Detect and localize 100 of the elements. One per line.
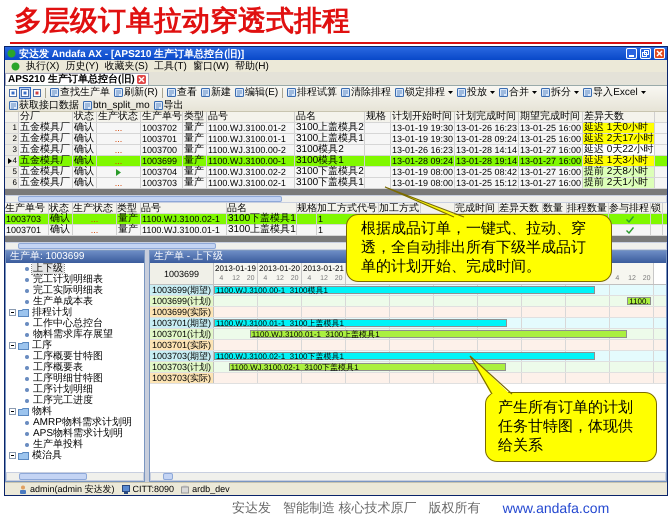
- toolbar-button[interactable]: [31, 86, 43, 98]
- date-label: 2013-01-20: [259, 264, 300, 273]
- toolbar-button[interactable]: 刷新(R): [112, 86, 160, 99]
- table-cell: 3100下盖模具1: [227, 214, 297, 224]
- gantt-bar[interactable]: 1100.: [627, 297, 651, 305]
- table-cell: 确认: [73, 156, 97, 166]
- tree-item[interactable]: 物料: [31, 406, 53, 417]
- tree-item[interactable]: APS物料需求计划明: [32, 428, 124, 439]
- toolbar-button[interactable]: 导出: [152, 99, 186, 112]
- caret-icon: [490, 91, 496, 94]
- column-header: 计划完成时间: [455, 112, 519, 122]
- gantt-bar[interactable]: 1100.WJ.3100.01-1 3100上盖模具1: [214, 319, 508, 327]
- table-cell: 3100上盖模具1: [227, 225, 297, 235]
- document-icon: [154, 101, 163, 110]
- minus-box-icon[interactable]: [9, 342, 16, 349]
- table-cell: 13-01-28 19:14: [455, 156, 519, 166]
- horizontal-scrollbar[interactable]: [5, 195, 667, 203]
- grid-row[interactable]: 6 五金模具厂 确认 ... 1003703 量产 1100.WJ.3100.02-1 3100下盖模具1 13-01-19 08:00 13-01-25 15:12 13-01-27 16:00 提前 2天1小时: [5, 178, 667, 189]
- minus-box-icon[interactable]: [9, 309, 16, 316]
- gantt-bar[interactable]: 1100.WJ.3100.02-1 3100下盖模具1: [214, 352, 596, 360]
- column-header: 状态: [49, 203, 73, 213]
- database-icon: [181, 484, 190, 494]
- restore-button[interactable]: [640, 48, 651, 59]
- document-icon: [457, 88, 466, 97]
- tree-item[interactable]: 工作中心总控台: [32, 318, 104, 329]
- grid-row[interactable]: 1 五金模具厂 确认 ... 1003702 量产 1100.WJ.3100.01-2 3100上盖模具2 13-01-19 19:30 13-01-26 16:23 13-01-25 16:00 延迟 1天0小时: [5, 123, 667, 134]
- toolbar-button[interactable]: 锁定排程: [393, 86, 456, 99]
- table-cell: ...: [114, 145, 122, 155]
- tree-item[interactable]: 排程计划: [31, 307, 73, 318]
- toolbar-button[interactable]: [7, 86, 19, 98]
- document-icon: [583, 88, 592, 97]
- toolbar-button[interactable]: 获取接口数据: [7, 99, 81, 112]
- close-button[interactable]: [654, 48, 665, 59]
- table-cell: 13-01-28 14:14: [455, 145, 519, 155]
- horizontal-scrollbar[interactable]: [6, 472, 144, 481]
- table-cell: 量产: [183, 134, 207, 144]
- table-cell: 3100下盖模具1: [295, 178, 365, 188]
- toolbar-button[interactable]: btn_split_mo: [81, 99, 152, 112]
- tree-item[interactable]: 工序概要甘特图: [32, 351, 104, 362]
- menu-item[interactable]: 帮助(H): [234, 60, 269, 72]
- grid-row[interactable]: 4 五金模具厂 确认 ... 1003699 量产 1100.WJ.3100.00-1 3100模具1 13-01-28 09:24 13-01-28 19:14 13-01-27 16:00 延迟 1天3小时: [5, 156, 667, 167]
- table-cell: ...: [114, 178, 122, 188]
- menu-item[interactable]: 历史(Y): [65, 60, 99, 72]
- table-cell: 五金模具厂: [19, 167, 73, 177]
- website-link[interactable]: www.andafa.com: [502, 500, 610, 516]
- tree-item[interactable]: AMRP物料需求计划明: [32, 417, 133, 428]
- toolbar-button[interactable]: 导入Excel: [581, 86, 648, 99]
- close-button[interactable]: [136, 75, 146, 84]
- minus-box-icon[interactable]: [9, 452, 16, 459]
- tree-item[interactable]: 工序概要表: [32, 362, 84, 373]
- column-header: 品名: [227, 203, 297, 213]
- tree-item[interactable]: 工序计划明细: [32, 384, 94, 395]
- table-cell: 13-01-19 19:30: [391, 123, 455, 133]
- toolbar-button[interactable]: 排程试算: [285, 86, 340, 99]
- table-cell: ...: [90, 214, 98, 224]
- toolbar-button[interactable]: 投放: [455, 86, 498, 99]
- horizontal-scrollbar[interactable]: [150, 472, 666, 481]
- table-cell: 1100.WJ.3100.01-1: [141, 225, 227, 235]
- gantt-bar[interactable]: 1100.WJ.3100.02-1 3100下盖模具1: [228, 363, 506, 371]
- menu-item[interactable]: 收藏夹(S): [104, 60, 148, 72]
- table-cell: 1100.WJ.3100.00-1: [207, 156, 295, 166]
- toolbar-button[interactable]: 新建: [198, 86, 233, 99]
- bullet-icon: [24, 288, 30, 294]
- table-cell: 确认: [73, 167, 97, 177]
- tree-item[interactable]: 完工实际明细表: [32, 285, 104, 296]
- bullet-icon: [24, 430, 30, 436]
- tab[interactable]: APS210 生产订单总控台(旧): [5, 73, 149, 85]
- tree-item[interactable]: 生产单成本表: [32, 296, 94, 307]
- toolbar-button[interactable]: 编辑(E): [232, 86, 280, 99]
- toolbar-button[interactable]: 查找生产单: [48, 86, 112, 99]
- tree-item[interactable]: 工序: [31, 340, 53, 351]
- gantt-bar[interactable]: 1100.WJ.3100.01-1 3100上盖模具1: [250, 330, 628, 338]
- tree-item[interactable]: 工序明细甘特图: [32, 373, 104, 384]
- grid-row[interactable]: 2 五金模具厂 确认 ... 1003701 量产 1100.WJ.3100.01-1 3100上盖模具1 13-01-19 19:30 13-01-28 09:24 13-01-25 16:00 延迟 2天17小时: [5, 134, 667, 145]
- toolbar-button[interactable]: 查看: [164, 86, 199, 99]
- minimize-button[interactable]: [626, 48, 637, 59]
- tree-item[interactable]: 物料需求库存展望: [32, 329, 114, 340]
- menu-item[interactable]: 执行(X): [26, 60, 60, 72]
- tree-item[interactable]: 上下级: [32, 263, 64, 274]
- table-cell: 1003704: [141, 167, 183, 177]
- grid-row[interactable]: 5 五金模具厂 确认 1003704 量产 1100.WJ.3100.02-2 3100下盖模具2 13-01-19 08:00 13-01-25 08:42 13-01-27 16:00 提前 2天8小时: [5, 167, 667, 178]
- square-icon: [9, 88, 17, 96]
- tree-item[interactable]: 完工计划明细表: [32, 274, 104, 285]
- toolbar-button[interactable]: [19, 86, 31, 98]
- grid-row[interactable]: 3 五金模具厂 确认 ... 1003700 量产 1100.WJ.3100.00-2 3100模具2 13-01-26 16:23 13-01-28 14:14 13-01-27 16:00 延迟 0天22小时: [5, 145, 667, 156]
- column-header: 状态: [73, 112, 97, 122]
- table-cell: 1003700: [141, 145, 183, 155]
- menu-item[interactable]: 工具(T): [154, 60, 187, 72]
- tree-item[interactable]: 工序完工进度: [32, 395, 94, 406]
- toolbar-button[interactable]: 合并: [497, 86, 540, 99]
- status-text: admin(admin 安达发): [30, 482, 115, 496]
- toolbar-button[interactable]: 清除排程: [339, 86, 394, 99]
- minus-box-icon[interactable]: [9, 408, 16, 415]
- tree-item[interactable]: 模治具: [31, 450, 63, 461]
- gantt-bar[interactable]: 1100.WJ.3100.00-1 3100模具1: [214, 286, 596, 294]
- folder-icon: [18, 452, 29, 460]
- menu-item[interactable]: 窗口(W): [192, 60, 229, 72]
- tree-item[interactable]: 生产单投料: [32, 439, 84, 450]
- table-cell: ...: [114, 134, 122, 144]
- toolbar-button[interactable]: 拆分: [539, 86, 582, 99]
